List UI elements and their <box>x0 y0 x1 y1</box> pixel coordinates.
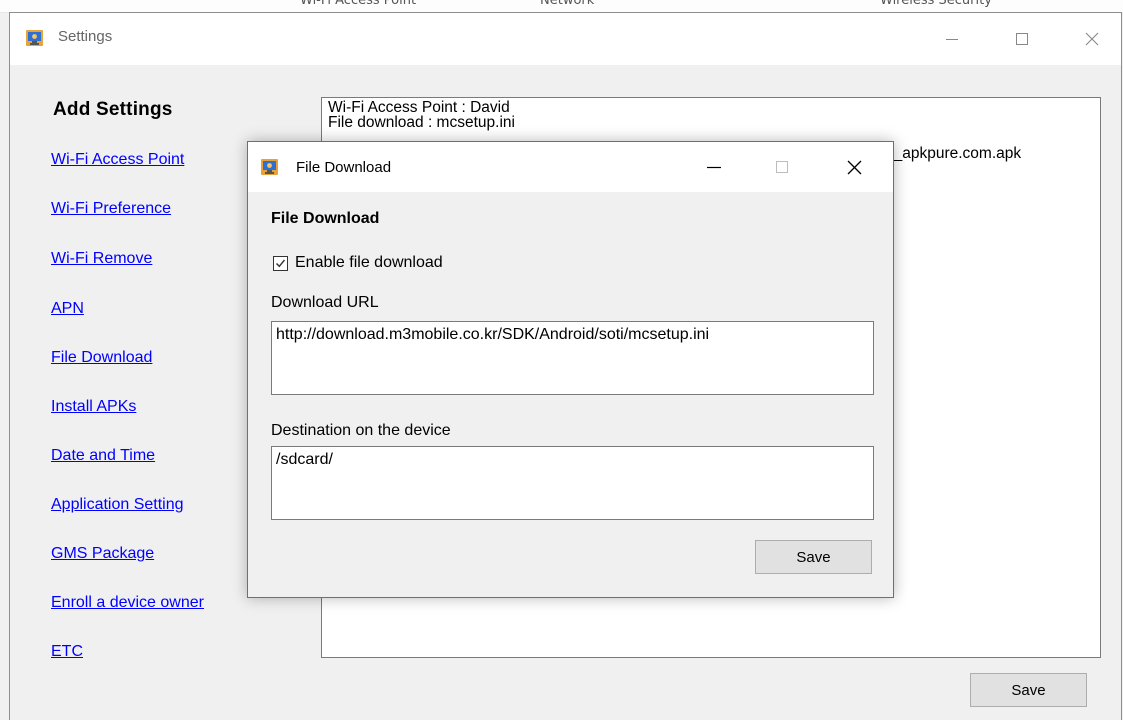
link-enroll-device-owner[interactable]: Enroll a device owner <box>51 594 204 612</box>
link-wifi-access-point[interactable]: Wi-Fi Access Point <box>51 151 184 169</box>
close-icon <box>847 160 861 174</box>
link-wifi-remove[interactable]: Wi-Fi Remove <box>51 250 152 268</box>
monitor-app-icon <box>26 30 43 46</box>
maximize-button[interactable] <box>999 13 1045 65</box>
background-text: Wi-Fi Access Point <box>300 0 417 8</box>
enable-download-label: Enable file download <box>295 254 443 271</box>
link-gms-package[interactable]: GMS Package <box>51 545 154 563</box>
link-date-and-time[interactable]: Date and Time <box>51 447 155 465</box>
link-wifi-preference[interactable]: Wi-Fi Preference <box>51 200 171 218</box>
background-text: Wireless Security <box>880 0 992 8</box>
dialog-close-button[interactable] <box>832 142 876 192</box>
summary-line: File download : mcsetup.ini <box>328 114 515 131</box>
minimize-icon <box>707 166 721 169</box>
link-file-download[interactable]: File Download <box>51 349 152 367</box>
checkmark-icon <box>276 259 286 267</box>
dialog-heading: File Download <box>271 210 380 227</box>
summary-overflow-text: 3_apkpure.com.apk <box>885 145 1022 162</box>
minimize-button[interactable] <box>929 13 975 65</box>
download-url-label: Download URL <box>271 294 379 311</box>
background-text: Network <box>540 0 595 8</box>
minimize-icon <box>946 39 958 40</box>
dialog-title: File Download <box>296 159 392 176</box>
close-icon <box>1085 32 1099 46</box>
settings-titlebar[interactable]: Settings <box>10 13 1121 65</box>
file-download-dialog: File Download File Download Enable file … <box>247 141 894 598</box>
destination-label: Destination on the device <box>271 422 451 439</box>
dialog-minimize-button[interactable] <box>692 142 736 192</box>
link-install-apks[interactable]: Install APKs <box>51 398 136 416</box>
summary-line: Wi-Fi Access Point : David <box>328 99 510 116</box>
link-etc[interactable]: ETC <box>51 643 83 661</box>
monitor-app-icon <box>261 159 278 175</box>
maximize-icon <box>776 161 788 173</box>
close-button[interactable] <box>1069 13 1115 65</box>
link-application-setting[interactable]: Application Setting <box>51 496 184 514</box>
enable-download-checkbox-row[interactable]: Enable file download <box>273 254 443 272</box>
dialog-maximize-button[interactable] <box>760 142 804 192</box>
destination-field[interactable]: /sdcard/ <box>271 446 874 520</box>
window-title: Settings <box>58 28 113 45</box>
add-settings-heading: Add Settings <box>53 99 173 120</box>
maximize-icon <box>1016 33 1028 45</box>
link-apn[interactable]: APN <box>51 300 84 318</box>
settings-save-button[interactable]: Save <box>970 673 1087 707</box>
enable-download-checkbox[interactable] <box>273 255 288 271</box>
dialog-save-button[interactable]: Save <box>755 540 872 574</box>
download-url-field[interactable]: http://download.m3mobile.co.kr/SDK/Andro… <box>271 321 874 395</box>
dialog-titlebar[interactable]: File Download <box>248 142 893 192</box>
